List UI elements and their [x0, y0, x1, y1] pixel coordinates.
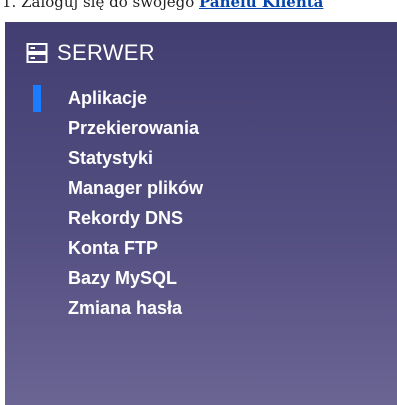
sidebar-item-label: Przekierowania	[68, 118, 200, 138]
instruction-prefix: 1. Zaloguj się do swojego	[2, 0, 199, 10]
instruction-text: 1. Zaloguj się do swojego Panelu Klienta	[2, 0, 397, 10]
section-header: SERWER	[26, 37, 155, 69]
server-icon	[26, 43, 48, 63]
sidebar-item-konta-ftp[interactable]: Konta FTP	[5, 235, 397, 262]
server-menu: Aplikacje Przekierowania Statystyki Mana…	[5, 85, 397, 325]
sidebar-item-label: Manager plików	[68, 178, 204, 198]
active-indicator	[33, 85, 41, 112]
sidebar-item-manager-plikow[interactable]: Manager plików	[5, 175, 397, 202]
sidebar-item-przekierowania[interactable]: Przekierowania	[5, 115, 397, 142]
sidebar-item-label: Konta FTP	[68, 238, 158, 258]
sidebar-item-rekordy-dns[interactable]: Rekordy DNS	[5, 205, 397, 232]
section-title: SERWER	[57, 40, 155, 65]
sidebar-item-statystyki[interactable]: Statystyki	[5, 145, 397, 172]
sidebar-item-zmiana-hasla[interactable]: Zmiana hasła	[5, 295, 397, 322]
sidebar-item-bazy-mysql[interactable]: Bazy MySQL	[5, 265, 397, 292]
sidebar-item-label: Aplikacje	[68, 88, 148, 108]
sidebar-item-label: Zmiana hasła	[68, 298, 183, 318]
sidebar-item-label: Rekordy DNS	[68, 208, 184, 228]
sidebar-item-aplikacje[interactable]: Aplikacje	[5, 85, 397, 112]
server-sidebar: SERWER Aplikacje Przekierowania Statysty…	[5, 22, 397, 405]
sidebar-item-label: Bazy MySQL	[68, 268, 178, 288]
client-panel-link[interactable]: Panelu Klienta	[199, 0, 323, 10]
sidebar-item-label: Statystyki	[68, 148, 154, 168]
